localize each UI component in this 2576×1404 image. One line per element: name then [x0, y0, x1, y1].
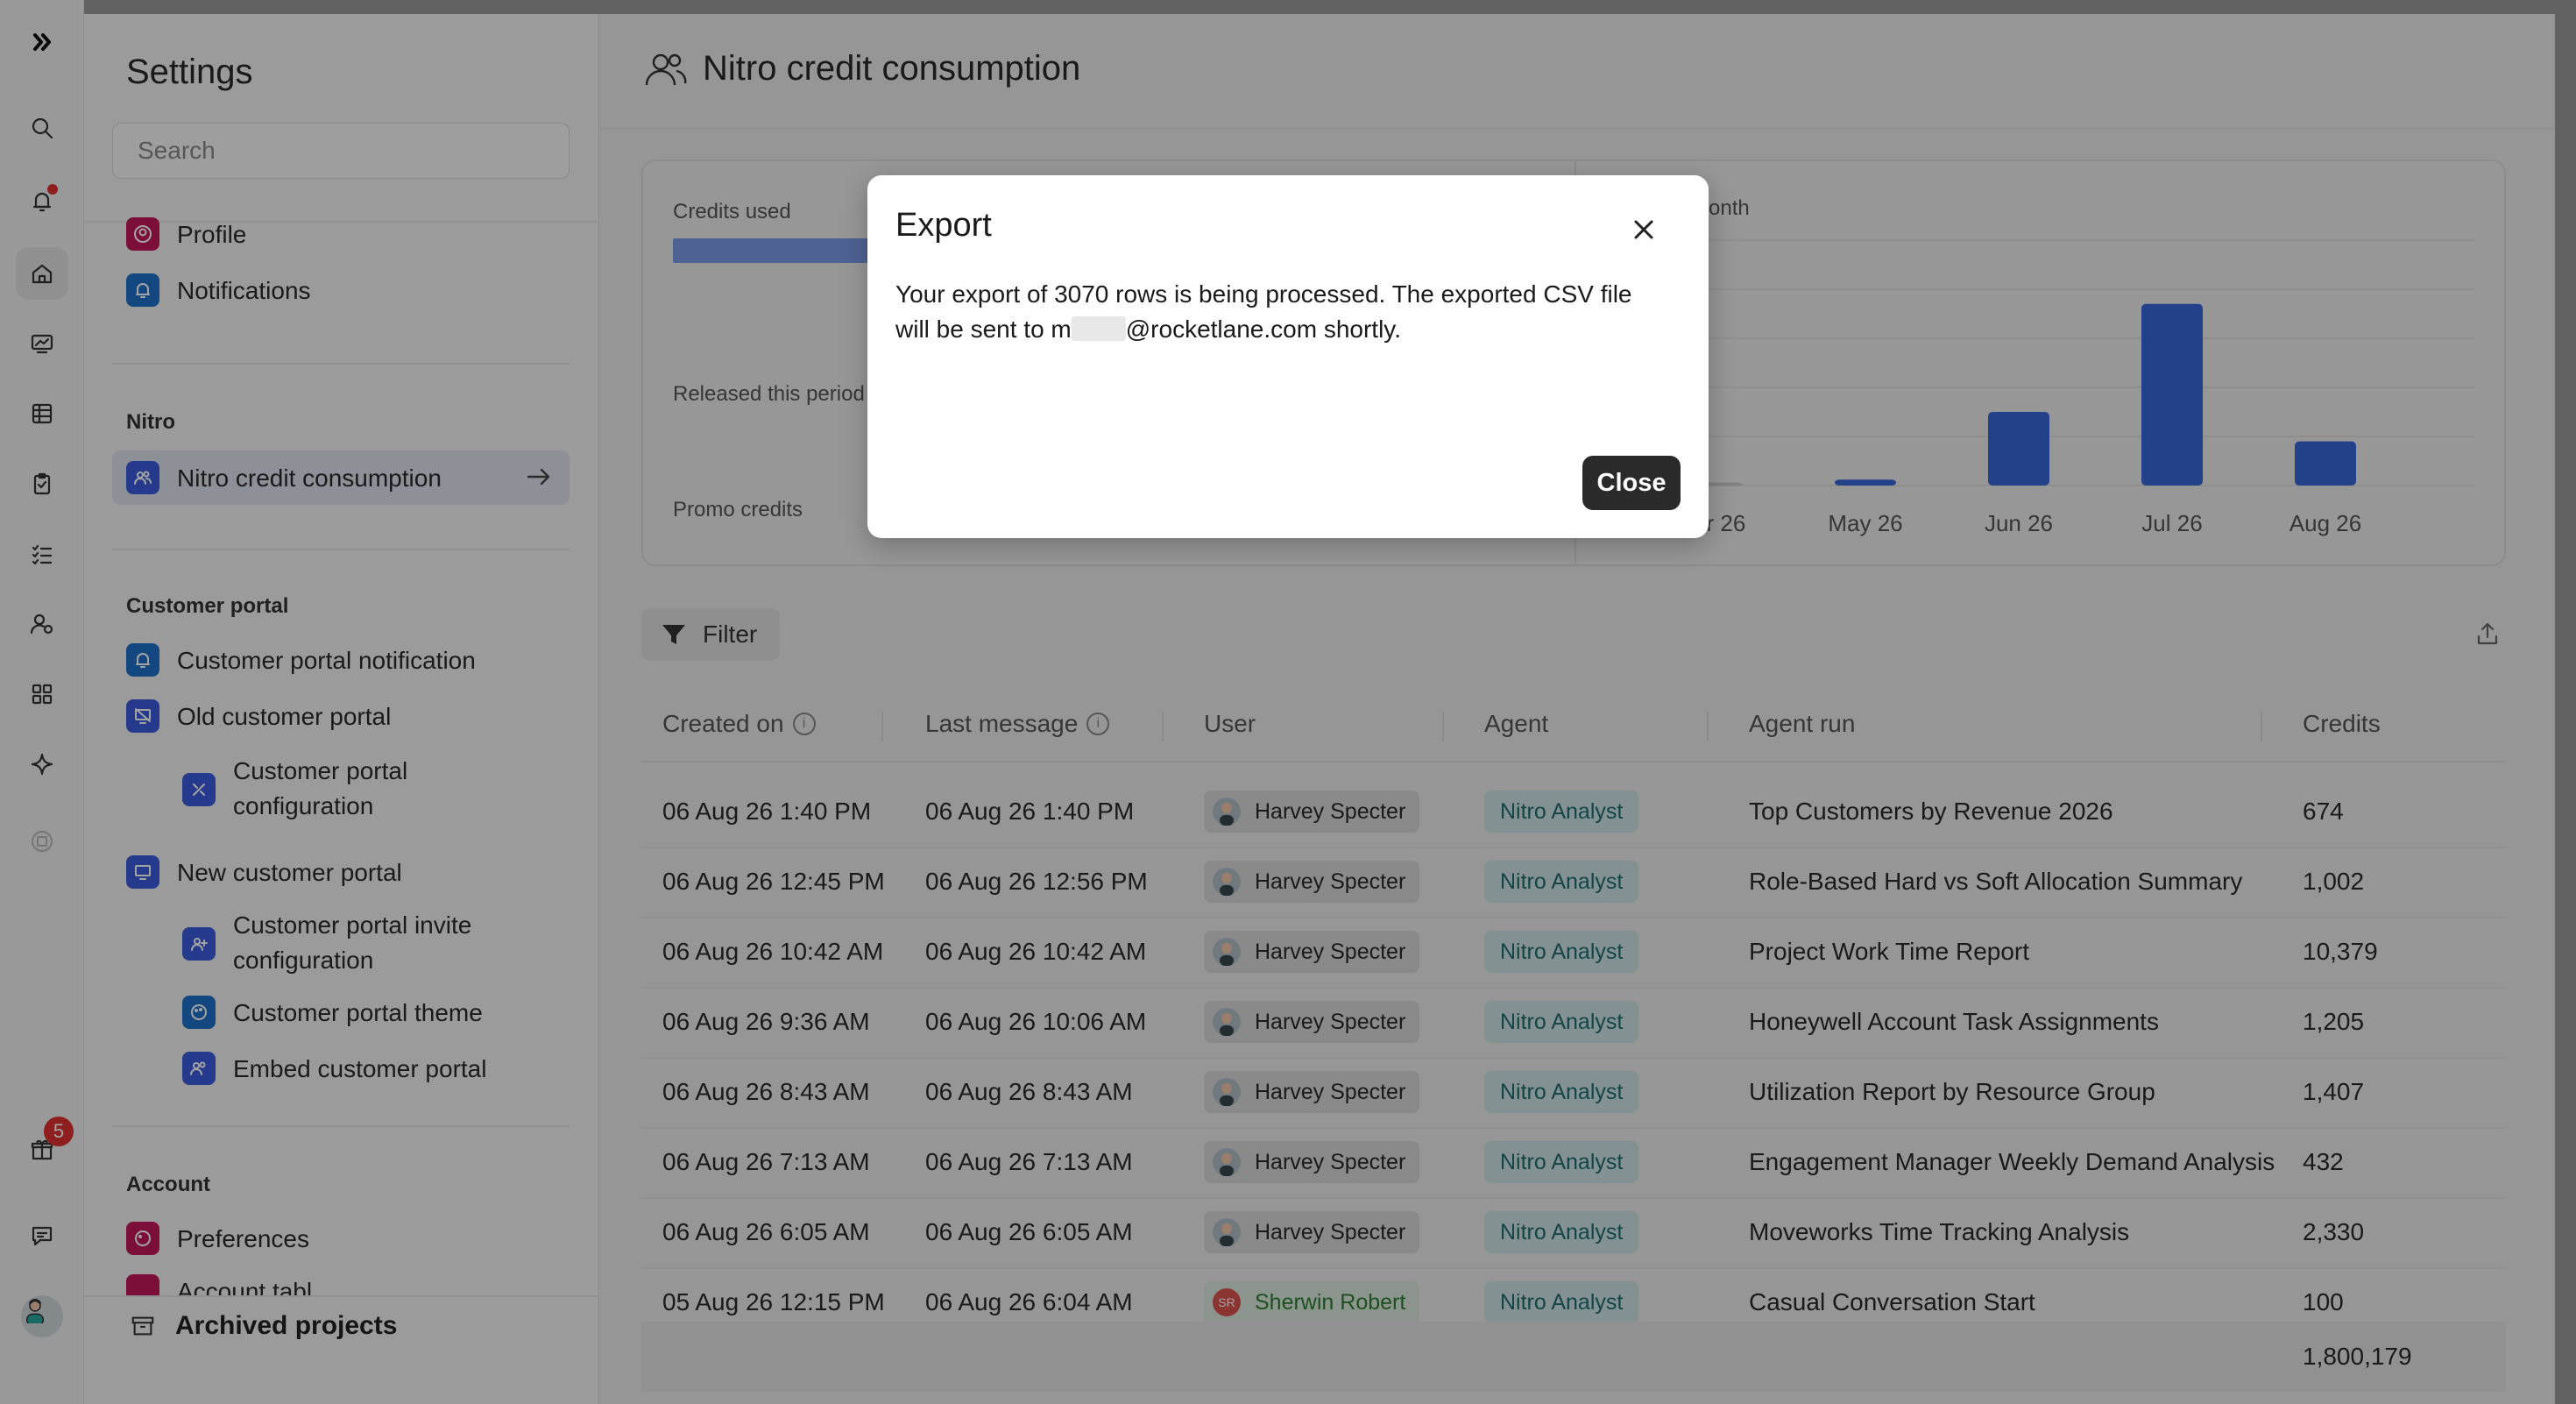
- export-dialog: Export Your export of 3070 rows is being…: [867, 175, 1709, 538]
- close-button[interactable]: Close: [1582, 456, 1681, 510]
- close-icon[interactable]: [1626, 212, 1661, 247]
- dialog-message: Your export of 3070 rows is being proces…: [895, 280, 1632, 343]
- dialog-title: Export: [895, 207, 992, 244]
- redacted-email: [1071, 316, 1126, 341]
